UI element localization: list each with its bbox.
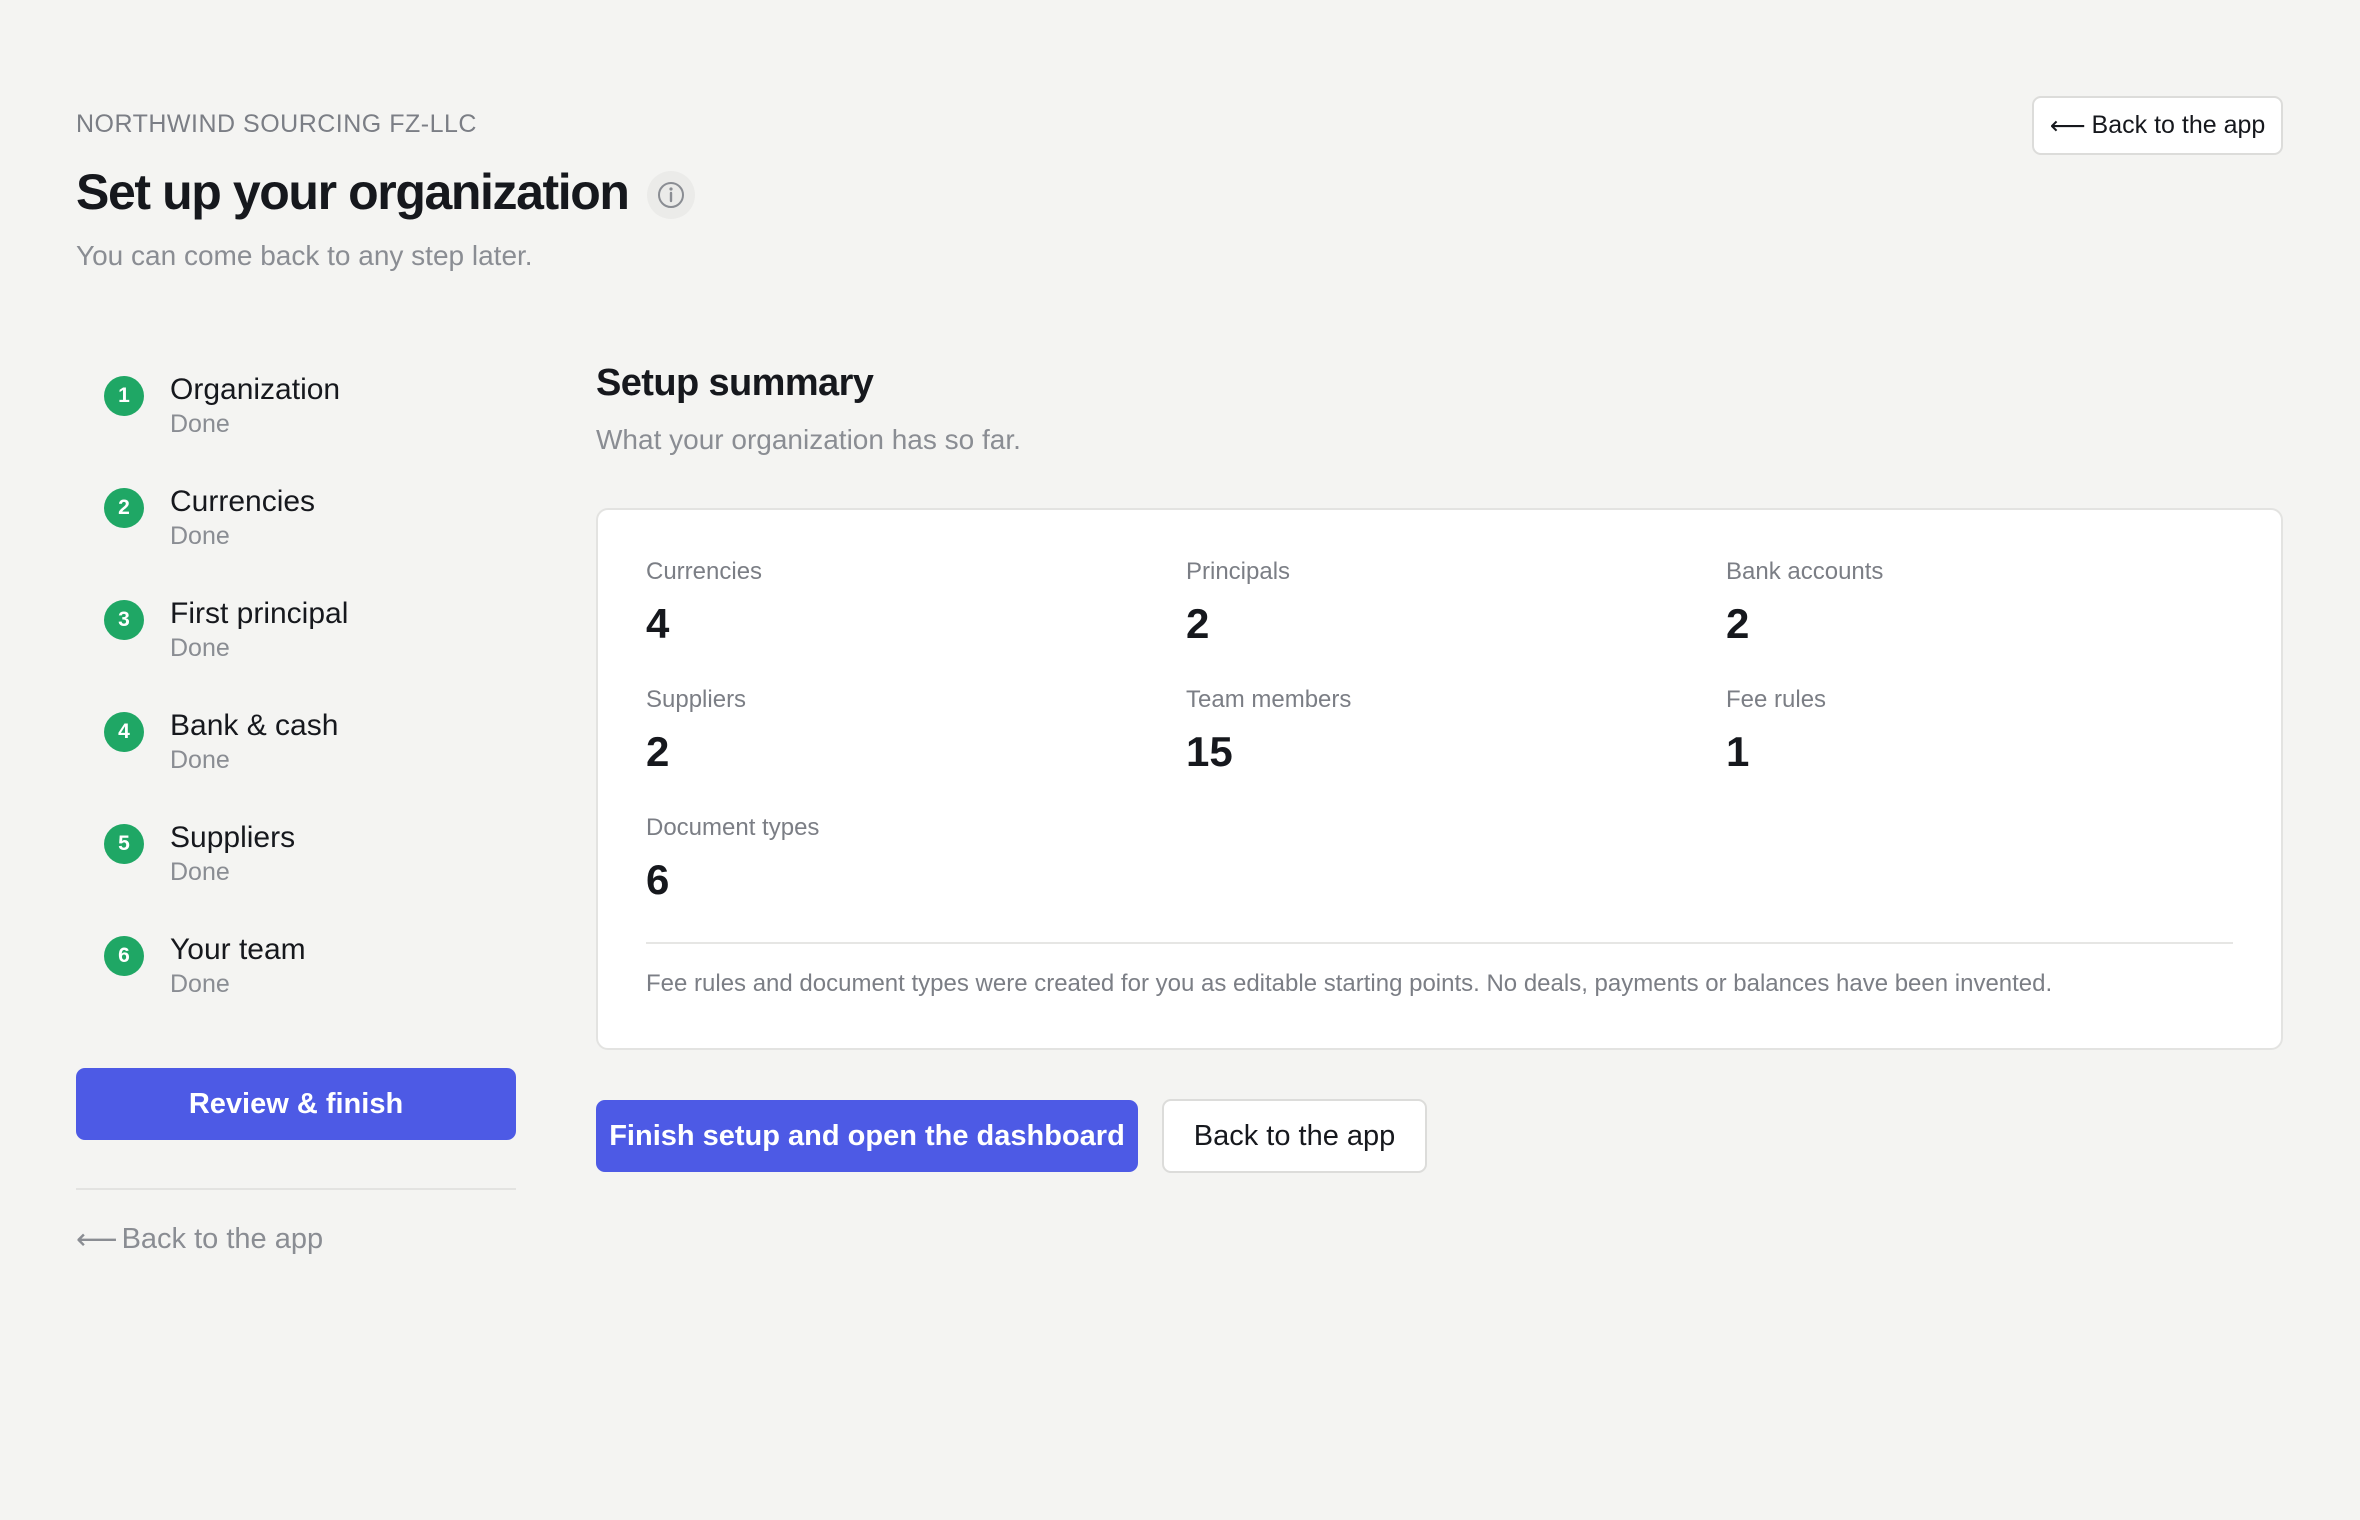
- step-check-badge: 5: [104, 824, 144, 864]
- stat-bank-accounts: Bank accounts 2: [1726, 557, 1883, 647]
- finish-setup-button[interactable]: Finish setup and open the dashboard: [596, 1100, 1138, 1172]
- arrow-left-icon: ⟵: [76, 1224, 118, 1256]
- stat-value: 1: [1726, 728, 1750, 775]
- review-finish-button[interactable]: Review & finish: [76, 1068, 516, 1140]
- setup-steps: 1 Organization Done 2 Currencies Done 3 …: [104, 372, 524, 1044]
- stat-fee-rules: Fee rules 1: [1726, 685, 1826, 775]
- stat-team-members: Team members 15: [1186, 685, 1351, 775]
- step-check-badge: 4: [104, 712, 144, 752]
- step-label: Your team: [170, 933, 306, 966]
- step-check-badge: 6: [104, 936, 144, 976]
- step-check-badge: 2: [104, 488, 144, 528]
- stat-currencies: Currencies 4: [646, 557, 762, 647]
- stat-label: Bank accounts: [1726, 558, 1884, 585]
- step-status: Done: [170, 858, 230, 886]
- step-status: Done: [170, 746, 230, 774]
- stat-value: 15: [1186, 728, 1233, 775]
- step-label: Organization: [170, 373, 341, 406]
- step-check-badge: 1: [104, 376, 144, 416]
- sidebar-back-link[interactable]: ⟵ Back to the app: [76, 1222, 323, 1257]
- stat-value: 2: [646, 728, 670, 775]
- organization-name: NORTHWIND SOURCING FZ-LLC: [76, 110, 477, 138]
- step-label: Currencies: [170, 485, 316, 518]
- step-text: Bank & cash Done: [170, 708, 338, 820]
- back-to-app-button[interactable]: ⟵ Back to the app: [2032, 96, 2283, 155]
- info-icon[interactable]: [646, 171, 695, 219]
- step-check-badge: 3: [104, 600, 144, 640]
- sidebar-back-label: Back to the app: [121, 1223, 324, 1255]
- step-text: Organization Done: [170, 372, 340, 484]
- stat-label: Currencies: [646, 558, 763, 585]
- back-to-app-secondary-button[interactable]: Back to the app: [1162, 1099, 1427, 1173]
- step-status: Done: [170, 634, 230, 662]
- arrow-left-icon: ⟵: [2049, 111, 2086, 140]
- step-text: Your team Done: [170, 932, 306, 1044]
- stat-label: Document types: [646, 814, 820, 841]
- step-status: Done: [170, 410, 230, 438]
- stat-value: 2: [1186, 600, 1210, 647]
- step-suppliers[interactable]: 5 Suppliers Done: [104, 820, 524, 932]
- step-text: Currencies Done: [170, 484, 315, 596]
- step-text: Suppliers Done: [170, 820, 295, 932]
- step-organization[interactable]: 1 Organization Done: [104, 372, 524, 484]
- step-your-team[interactable]: 6 Your team Done: [104, 932, 524, 1044]
- stat-principals: Principals 2: [1186, 557, 1290, 647]
- step-label: Bank & cash: [170, 709, 339, 742]
- step-text: First principal Done: [170, 596, 348, 708]
- step-label: First principal: [170, 597, 349, 630]
- summary-card: Currencies 4 Principals 2 Bank accounts …: [596, 508, 2283, 1050]
- step-status: Done: [170, 970, 230, 998]
- step-bank-cash[interactable]: 4 Bank & cash Done: [104, 708, 524, 820]
- page-subtitle: You can come back to any step later.: [76, 240, 533, 271]
- step-currencies[interactable]: 2 Currencies Done: [104, 484, 524, 596]
- step-label: Suppliers: [170, 821, 296, 854]
- stat-suppliers: Suppliers 2: [646, 685, 746, 775]
- stat-value: 6: [646, 856, 670, 903]
- title-row: Set up your organization: [76, 163, 695, 221]
- summary-title: Setup summary: [596, 362, 874, 404]
- stat-label: Team members: [1186, 686, 1352, 713]
- sidebar-divider: [76, 1188, 516, 1190]
- setup-page: NORTHWIND SOURCING FZ-LLC Set up your or…: [0, 0, 2360, 1520]
- stat-label: Suppliers: [646, 686, 747, 713]
- step-status: Done: [170, 522, 230, 550]
- step-first-principal[interactable]: 3 First principal Done: [104, 596, 524, 708]
- stat-value: 2: [1726, 600, 1750, 647]
- stat-label: Principals: [1186, 558, 1291, 585]
- stat-label: Fee rules: [1726, 686, 1827, 713]
- stat-document-types: Document types 6: [646, 813, 819, 903]
- card-divider: [646, 942, 2233, 944]
- summary-note: Fee rules and document types were create…: [646, 970, 2053, 997]
- stat-value: 4: [646, 600, 670, 647]
- summary-subtitle: What your organization has so far.: [596, 424, 1021, 455]
- back-to-app-label: Back to the app: [2091, 111, 2266, 139]
- page-title: Set up your organization: [76, 164, 630, 220]
